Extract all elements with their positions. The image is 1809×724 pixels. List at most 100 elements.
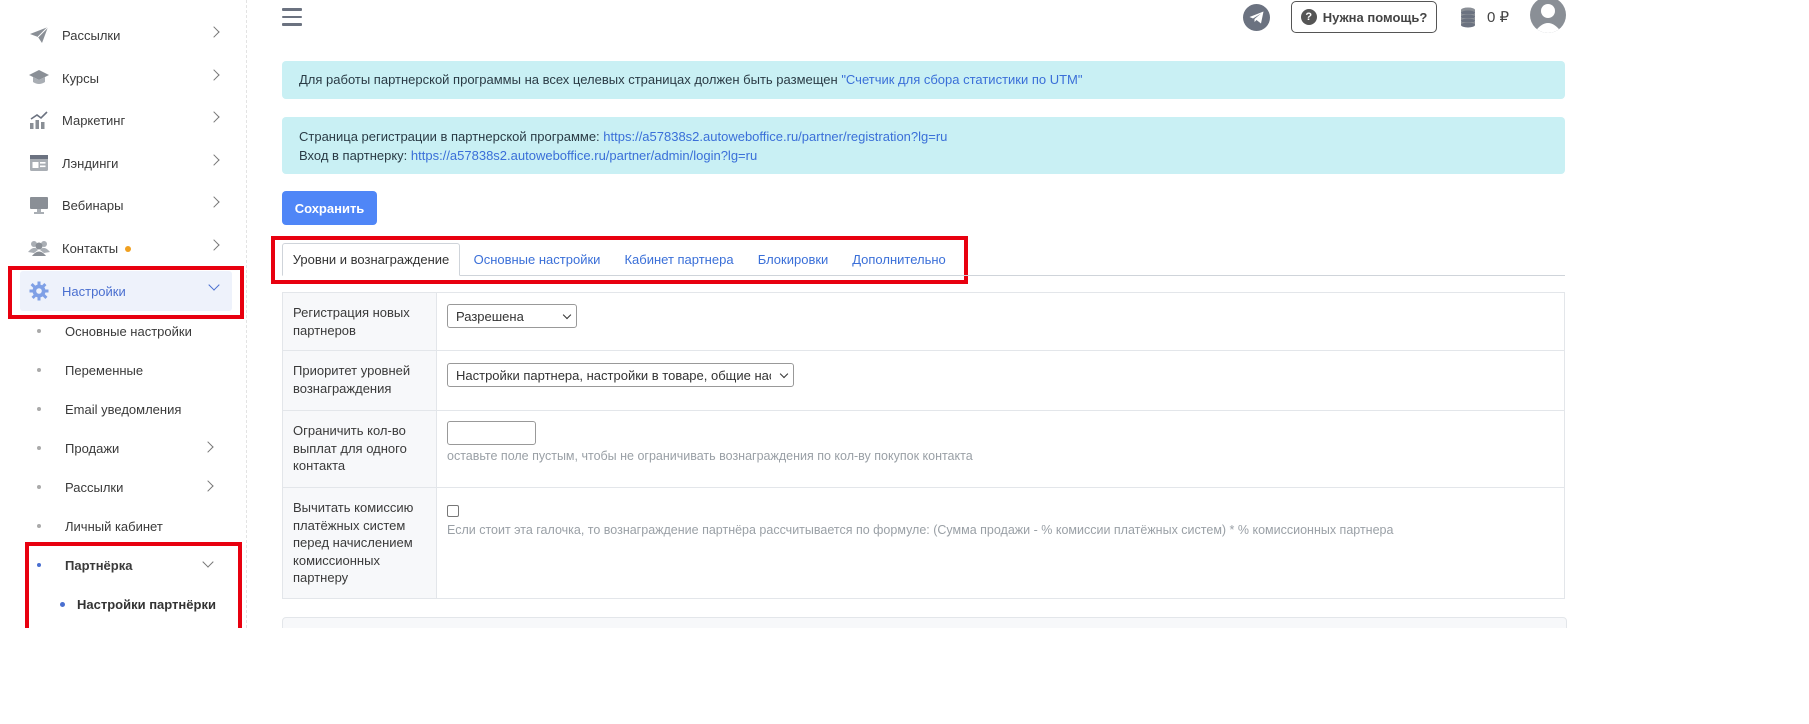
bullet <box>37 563 41 567</box>
bullet <box>60 601 65 607</box>
page-background <box>0 628 1809 724</box>
sidebar-item-webinars[interactable]: Вебинары <box>20 185 232 225</box>
app-frame: Рассылки Курсы Маркетинг Лэндинги Вебина… <box>0 0 1809 628</box>
sidebar-item-contacts[interactable]: Контакты <box>20 228 232 268</box>
sidebar-subitem-label: Переменные <box>65 362 144 378</box>
notification-dot <box>125 246 132 253</box>
sidebar-item-label: Настройки <box>62 283 126 299</box>
bullet <box>37 485 41 489</box>
sidebar-subitem-personal-cabinet[interactable]: Личный кабинет <box>28 511 228 541</box>
tab-additional[interactable]: Дополнительно <box>844 243 954 276</box>
monitor-icon <box>28 194 50 216</box>
bullet <box>37 407 41 411</box>
sidebar-subitem-partner[interactable]: Партнёрка <box>28 550 228 580</box>
form-row-commission: Вычитать комиссию платёжных систем перед… <box>283 488 1564 598</box>
bullet <box>37 446 41 450</box>
chevron-right-icon <box>208 111 220 123</box>
bullet <box>37 329 41 333</box>
form-row-registration: Регистрация новых партнеров Разрешена <box>283 293 1564 351</box>
telegram-icon[interactable] <box>1243 4 1270 31</box>
settings-form: Регистрация новых партнеров Разрешена Пр… <box>282 292 1565 599</box>
form-label: Приоритет уровней вознаграждения <box>283 351 437 410</box>
sidebar-subitem-partner-settings[interactable]: Настройки партнёрки <box>60 591 216 617</box>
help-button-label: Нужна помощь? <box>1322 9 1428 25</box>
priority-select[interactable]: Настройки партнера, настройки в товаре, … <box>447 363 794 387</box>
chevron-right-icon <box>208 196 220 208</box>
sidebar-item-mailings[interactable]: Рассылки <box>20 15 232 55</box>
sidebar-item-landings[interactable]: Лэндинги <box>20 143 232 183</box>
sidebar-item-label: Рассылки <box>62 27 121 43</box>
select-value: Разрешена <box>456 308 524 324</box>
chevron-right-icon <box>202 441 214 453</box>
chevron-right-icon <box>208 26 220 38</box>
payout-limit-input[interactable] <box>447 421 536 445</box>
form-label: Регистрация новых партнеров <box>283 293 437 350</box>
help-button[interactable]: ? Нужна помощь? <box>1291 1 1437 33</box>
hamburger-menu-button[interactable] <box>282 8 302 28</box>
utm-counter-link[interactable]: "Счетчик для сбора статистики по UTM" <box>841 72 1082 87</box>
sidebar-item-label: Маркетинг <box>62 112 126 128</box>
form-hint: оставьте поле пустым, чтобы не ограничив… <box>447 449 973 463</box>
sidebar-subitem-label: Рассылки <box>65 479 124 495</box>
save-button[interactable]: Сохранить <box>282 191 377 225</box>
sidebar-subitem-main-settings[interactable]: Основные настройки <box>28 316 228 346</box>
chevron-right-icon <box>208 69 220 81</box>
landing-page-icon <box>28 152 50 174</box>
sidebar-subitem-email-notifications[interactable]: Email уведомления <box>28 394 228 424</box>
balance-value: 0 ₽ <box>1487 9 1510 26</box>
chevron-down-icon <box>779 369 789 379</box>
sidebar-item-label: Лэндинги <box>62 155 119 171</box>
question-icon: ? <box>1300 9 1317 25</box>
partner-links-alert: Страница регистрации в партнерской прогр… <box>282 117 1565 174</box>
sidebar-item-courses[interactable]: Курсы <box>20 58 232 98</box>
paper-plane-icon <box>28 24 50 46</box>
sidebar-item-marketing[interactable]: Маркетинг <box>20 100 232 140</box>
sidebar-subitem-label: Email уведомления <box>65 401 182 417</box>
sidebar: Рассылки Курсы Маркетинг Лэндинги Вебина… <box>0 0 247 628</box>
utm-info-alert: Для работы партнерской программы на всех… <box>282 61 1565 99</box>
alert-text: Вход в партнерку: <box>299 147 411 163</box>
tab-main-settings[interactable]: Основные настройки <box>466 243 608 276</box>
select-value: Настройки партнера, настройки в товаре, … <box>456 367 771 383</box>
gear-icon <box>28 280 50 302</box>
sidebar-item-label: Курсы <box>62 70 100 86</box>
sidebar-item-label: Контакты <box>62 241 132 256</box>
sidebar-subitem-label: Основные настройки <box>65 323 192 339</box>
chevron-right-icon <box>208 154 220 166</box>
form-hint: Если стоит эта галочка, то вознаграждени… <box>447 523 1394 537</box>
sidebar-item-settings[interactable]: Настройки <box>20 271 232 311</box>
registration-select[interactable]: Разрешена <box>447 304 577 328</box>
chevron-down-icon <box>202 556 214 568</box>
chevron-down-icon <box>208 279 220 291</box>
sidebar-subitem-mailings[interactable]: Рассылки <box>28 472 228 502</box>
bullet <box>37 524 41 528</box>
tab-partner-cabinet[interactable]: Кабинет партнера <box>616 243 742 276</box>
sidebar-item-label: Вебинары <box>62 197 124 213</box>
sidebar-subitem-label: Партнёрка <box>65 557 133 573</box>
balance-widget[interactable]: 0 ₽ <box>1459 5 1509 29</box>
form-row-priority: Приоритет уровней вознаграждения Настрой… <box>283 351 1564 411</box>
alert-text: Для работы партнерской программы на всех… <box>299 72 842 87</box>
deduct-commission-checkbox[interactable] <box>447 505 459 517</box>
partner-login-link[interactable]: https://a57838s2.autoweboffice.ru/partne… <box>411 148 757 163</box>
chevron-down-icon <box>562 310 572 320</box>
sidebar-subitem-label: Личный кабинет <box>65 518 163 534</box>
registration-link[interactable]: https://a57838s2.autoweboffice.ru/partne… <box>603 129 947 144</box>
chevron-right-icon <box>202 480 214 492</box>
sidebar-subitem-sales[interactable]: Продажи <box>28 433 228 463</box>
sidebar-subitem-label: Продажи <box>65 440 120 456</box>
tab-blocks[interactable]: Блокировки <box>748 243 838 276</box>
alert-text: Страница регистрации в партнерской прогр… <box>299 129 604 144</box>
form-label: Вычитать комиссию платёжных систем перед… <box>283 488 437 598</box>
tab-levels-rewards[interactable]: Уровни и вознаграждение <box>282 243 460 276</box>
bullet <box>37 368 41 372</box>
next-section-card <box>282 617 1567 628</box>
chart-growth-icon <box>28 109 50 131</box>
avatar[interactable] <box>1530 0 1566 33</box>
users-icon <box>28 237 50 259</box>
chevron-right-icon <box>208 239 220 251</box>
form-label: Ограничить кол-во выплат для одного конт… <box>283 411 437 487</box>
graduation-cap-icon <box>28 67 50 89</box>
coins-icon <box>1459 6 1481 28</box>
sidebar-subitem-variables[interactable]: Переменные <box>28 355 228 385</box>
